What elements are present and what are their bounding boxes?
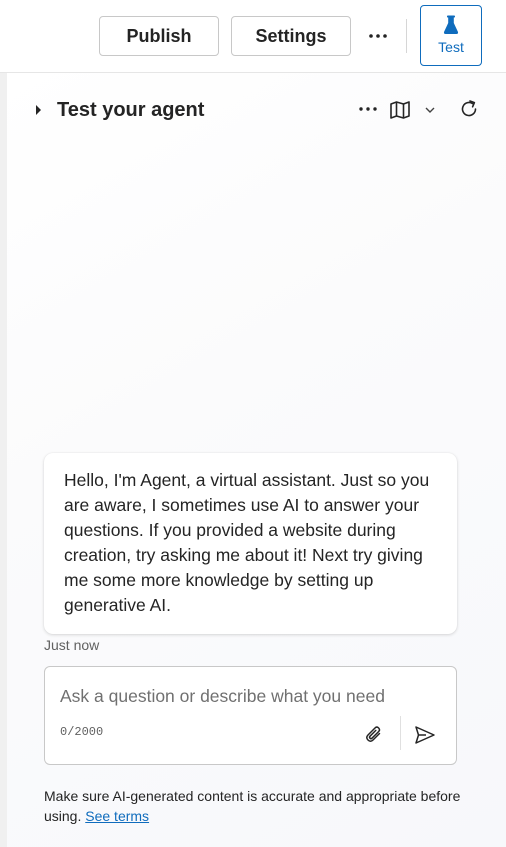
- chevron-down-icon: [425, 107, 435, 113]
- refresh-icon[interactable]: [456, 96, 482, 122]
- map-icon: [390, 101, 410, 119]
- see-terms-link[interactable]: See terms: [85, 808, 149, 824]
- test-agent-panel: Test your agent Hello, I'm Agent, a virt…: [0, 73, 506, 847]
- panel-header: Test your agent: [7, 73, 506, 147]
- test-button[interactable]: Test: [420, 5, 482, 66]
- caret-right-icon[interactable]: [34, 103, 42, 121]
- message-timestamp: Just now: [44, 637, 100, 653]
- settings-button[interactable]: Settings: [231, 16, 351, 56]
- beaker-icon: [443, 15, 459, 34]
- top-toolbar: Publish Settings Test: [0, 0, 506, 73]
- bot-message-text: Hello, I'm Agent, a virtual assistant. J…: [64, 470, 430, 615]
- toolbar-divider: [406, 19, 407, 53]
- composer-input-placeholder[interactable]: Ask a question or describe what you need: [60, 686, 385, 707]
- map-dropdown-button[interactable]: [389, 97, 449, 123]
- composer-divider: [400, 716, 401, 750]
- bot-message-bubble: Hello, I'm Agent, a virtual assistant. J…: [44, 453, 457, 634]
- publish-button[interactable]: Publish: [99, 16, 219, 56]
- send-icon[interactable]: [411, 721, 439, 749]
- more-options-icon[interactable]: [362, 22, 394, 50]
- message-composer[interactable]: Ask a question or describe what you need…: [44, 666, 457, 765]
- panel-title: Test your agent: [57, 99, 205, 121]
- ai-disclaimer: Make sure AI-generated content is accura…: [44, 786, 464, 826]
- more-horizontal-icon[interactable]: [354, 97, 382, 121]
- character-count: 0/2000: [60, 725, 104, 739]
- attach-icon[interactable]: [361, 721, 387, 749]
- test-button-label: Test: [438, 39, 464, 55]
